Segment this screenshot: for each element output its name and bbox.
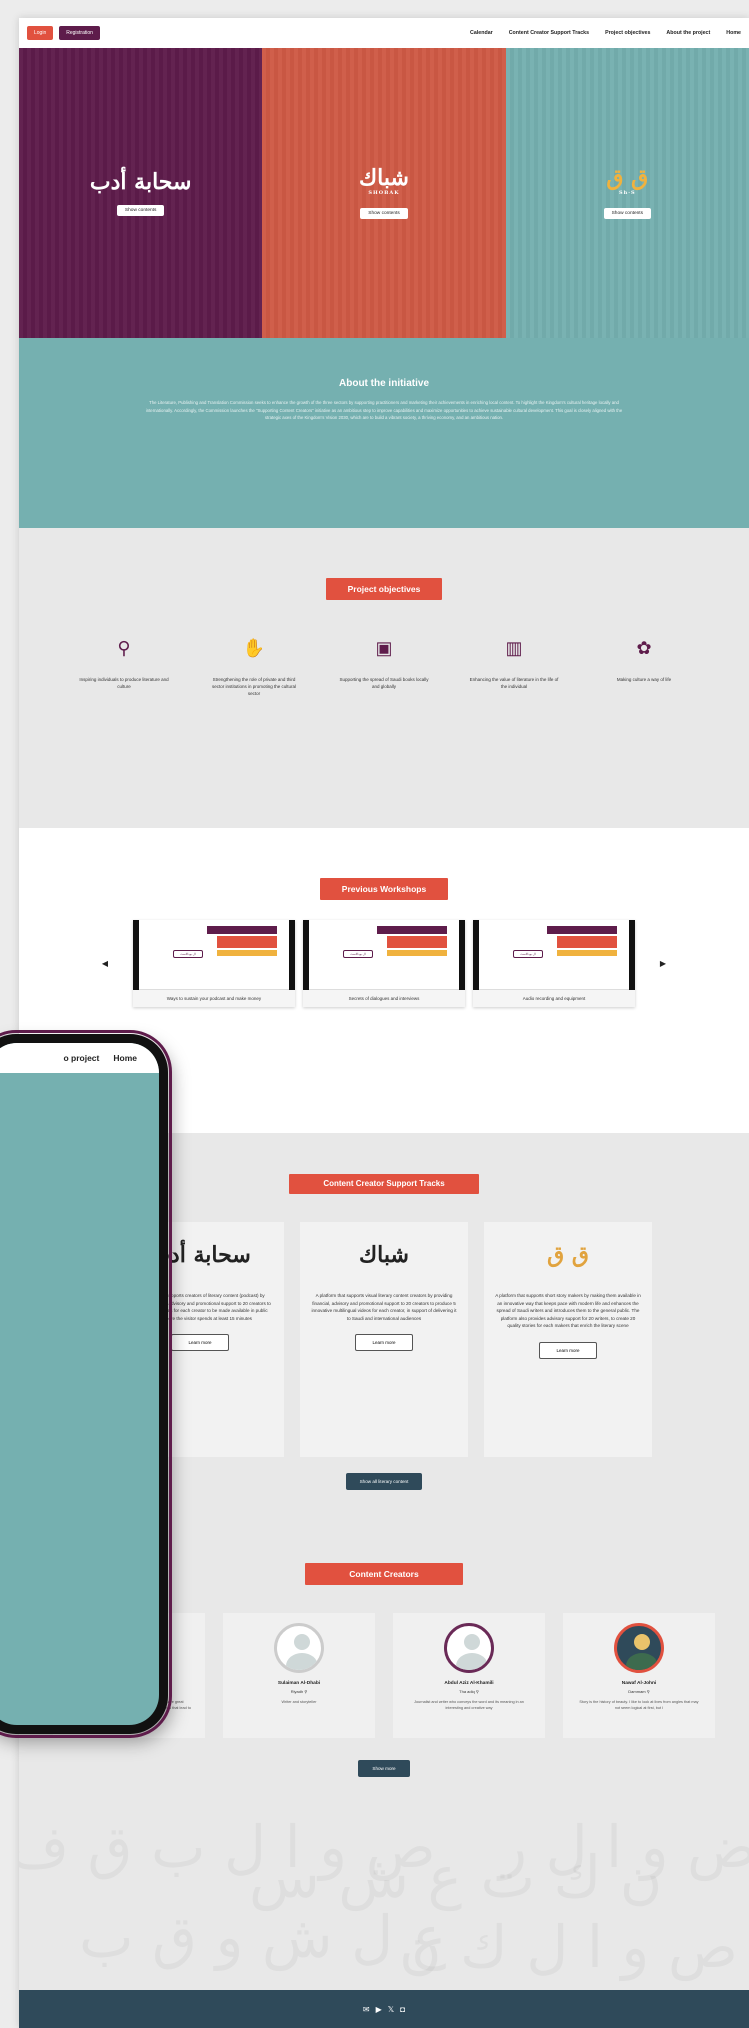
objective-item: ▣ Supporting the spread of Saudi books l… <box>339 638 429 689</box>
handshake-icon: ✋ <box>242 638 266 658</box>
location-pin-icon: ⚲ <box>475 1689 479 1694</box>
lightbulb-icon: ⚲ <box>117 638 131 658</box>
books-icon: ▥ <box>505 638 523 658</box>
phone-nav-about-project[interactable]: o project <box>63 1053 99 1063</box>
main-nav: Calendar Content Creator Support Tracks … <box>470 30 741 36</box>
phone-nav: o project Home <box>0 1043 159 1073</box>
about-title: About the initiative <box>339 378 429 389</box>
hero-panel-short-stories: ق ق Sh·S Show contents <box>505 48 749 338</box>
workshop-card[interactable]: ال بودكاست Audio recording and equipment <box>473 920 635 1007</box>
workshop-caption: Audio recording and equipment <box>473 990 635 1007</box>
workshop-card[interactable]: ال بودكاست Ways to sustain your podcast … <box>133 920 295 1007</box>
objectives-title: Project objectives <box>325 578 443 600</box>
show-more-button[interactable]: Show more <box>358 1760 410 1777</box>
nav-support-tracks[interactable]: Content Creator Support Tracks <box>509 30 589 36</box>
learn-more-button[interactable]: Learn more <box>539 1341 597 1359</box>
phone-mockup: o project Home <box>0 1030 172 1738</box>
creator-city: Dammam ⚲ <box>628 1689 650 1694</box>
workshops-title: Previous Workshops <box>319 878 449 900</box>
creator-card[interactable]: Abdul Aziz Al-Khamili Tha adiq ⚲ Journal… <box>393 1613 545 1738</box>
hero-panel-shobak: شباك SHOBAK Show contents <box>262 48 506 338</box>
avatar <box>444 1623 494 1673</box>
sahabat-adab-logo: سحابة أدب <box>89 168 192 195</box>
workshop-caption: Secrets of dialogues and interviews <box>303 990 465 1007</box>
phone-nav-home[interactable]: Home <box>113 1053 137 1063</box>
nav-about-project[interactable]: About the project <box>666 30 710 36</box>
objective-item: ✋ Strengthening the role of private and … <box>209 638 299 697</box>
short-stories-logo: ق ق Sh·S <box>606 165 649 196</box>
objectives-list: ⚲ Inspiring individuals to produce liter… <box>19 638 749 697</box>
shobak-logo: شباك <box>359 1242 409 1268</box>
track-card: ق ق A platform that supports short story… <box>484 1222 652 1457</box>
nav-calendar[interactable]: Calendar <box>470 30 493 36</box>
show-contents-button[interactable]: Show contents <box>603 208 652 219</box>
workshop-thumbnail: ال بودكاست <box>303 920 465 990</box>
registration-button[interactable]: Registration <box>59 26 100 40</box>
carousel-prev-icon[interactable]: ◀ <box>85 959 125 968</box>
book-icon: ▣ <box>375 638 393 658</box>
phone-screen: o project Home <box>0 1043 159 1725</box>
about-section: About the initiative The Literature, Pub… <box>19 338 749 528</box>
workshop-caption: Ways to sustain your podcast and make mo… <box>133 990 295 1007</box>
login-button[interactable]: Login <box>27 26 54 40</box>
avatar <box>274 1623 324 1673</box>
location-pin-icon: ⚲ <box>304 1689 308 1694</box>
nav-project-objectives[interactable]: Project objectives <box>605 30 650 36</box>
workshop-card[interactable]: ال بودكاست Secrets of dialogues and inte… <box>303 920 465 1007</box>
creators-title: Content Creators <box>305 1563 463 1585</box>
learn-more-button[interactable]: Learn more <box>355 1334 413 1351</box>
top-bar: Login Registration Calendar Content Crea… <box>19 18 749 48</box>
shobak-logo: شباك SHOBAK <box>359 165 409 196</box>
calligraphy-pattern: ص و ا ل ب ق ف ن ك ت ع ش س ض و ا ل ر ع ل … <box>19 1803 749 2003</box>
objective-item: ⚲ Inspiring individuals to produce liter… <box>79 638 169 689</box>
show-all-literary-content-button[interactable]: Show all literary content <box>345 1473 423 1490</box>
short-stories-logo: ق ق <box>547 1242 589 1268</box>
objective-item: ▥ Enhancing the value of literature in t… <box>469 638 559 689</box>
mail-icon[interactable]: ✉ <box>363 2005 370 2014</box>
show-contents-button[interactable]: Show contents <box>116 204 165 216</box>
x-icon[interactable]: 𝕏 <box>388 2005 394 2014</box>
track-card: شباك A platform that supports visual lit… <box>300 1222 468 1457</box>
workshop-thumbnail: ال بودكاست <box>473 920 635 990</box>
location-pin-icon: ⚲ <box>646 1689 650 1694</box>
auth-buttons: Login Registration <box>27 26 100 40</box>
creator-city: Riyadh ⚲ <box>290 1689 308 1694</box>
culture-icon: ✿ <box>636 638 652 658</box>
workshop-thumbnail: ال بودكاست <box>133 920 295 990</box>
creator-card[interactable]: Nawaf Al-Johni Dammam ⚲ Story is the his… <box>563 1613 715 1738</box>
creator-city: Tha adiq ⚲ <box>459 1689 479 1694</box>
learn-more-button[interactable]: Learn more <box>171 1334 229 1351</box>
show-contents-button[interactable]: Show contents <box>360 208 408 219</box>
about-text: The Literature, Publishing and Translati… <box>145 400 623 420</box>
site-footer: ✉ ▶ 𝕏 ◘ <box>19 1990 749 2028</box>
objective-item: ✿ Making culture a way of life <box>599 638 689 697</box>
nav-home[interactable]: Home <box>726 30 741 36</box>
carousel-next-icon[interactable]: ▶ <box>643 959 683 968</box>
hero-panel-sahabat-adab: سحابة أدب Show contents <box>19 48 263 338</box>
youtube-icon[interactable]: ▶ <box>376 2005 382 2014</box>
objectives-section: Project objectives ⚲ Inspiring individua… <box>19 528 749 828</box>
tracks-title: Content Creator Support Tracks <box>289 1174 479 1194</box>
instagram-icon[interactable]: ◘ <box>400 2005 405 2014</box>
avatar <box>614 1623 664 1673</box>
workshops-carousel: ◀ ال بودكاست Ways to sustain your podcas… <box>19 920 749 1007</box>
creator-card[interactable]: Sulaiman Al-Dhabi Riyadh ⚲ Writer and st… <box>223 1613 375 1738</box>
hero-section: سحابة أدب Show contents شباك SHOBAK Show … <box>19 48 749 338</box>
